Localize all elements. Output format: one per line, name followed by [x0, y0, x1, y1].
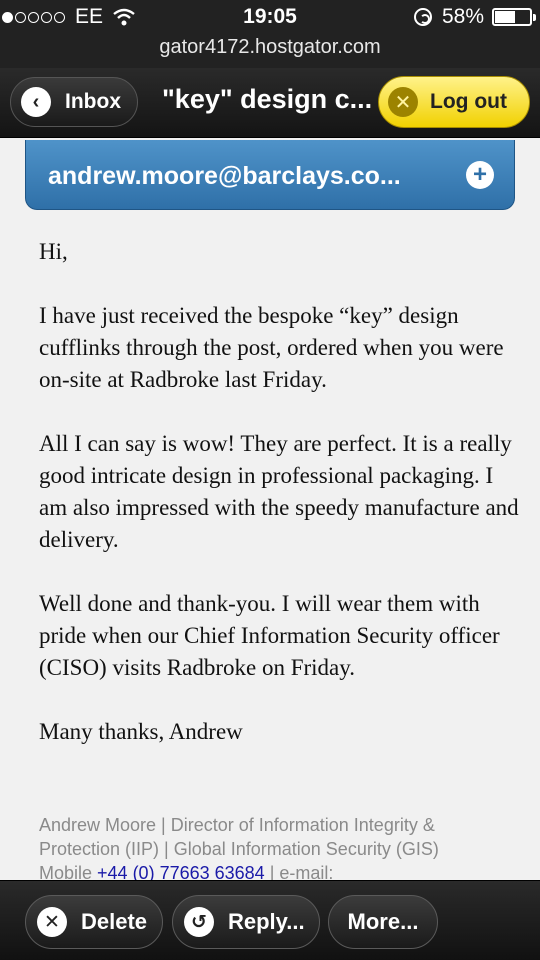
- page-url[interactable]: gator4172.hostgator.com: [0, 36, 540, 59]
- nav-bar: ‹ Inbox "key" design c... ✕ Log out: [0, 68, 540, 138]
- inbox-back-button[interactable]: ‹ Inbox: [10, 77, 138, 127]
- more-button[interactable]: More...: [328, 895, 438, 949]
- close-icon: ✕: [37, 907, 67, 937]
- logout-button-label: Log out: [430, 90, 507, 113]
- plus-icon[interactable]: +: [466, 161, 494, 189]
- more-button-label: More...: [347, 909, 419, 934]
- logout-button[interactable]: ✕ Log out: [378, 76, 530, 128]
- closing: Many thanks, Andrew: [39, 719, 243, 744]
- status-bar: EE 19:05 58% gator4172.hostgator.com: [0, 0, 540, 68]
- delete-button-label: Delete: [81, 909, 148, 934]
- bottom-toolbar: ✕ Delete ↺ Reply... More...: [0, 880, 540, 960]
- message-paragraph: Well done and thank-you. I will wear the…: [39, 591, 500, 680]
- message-paragraph: I have just received the bespoke “key” d…: [39, 303, 504, 392]
- reply-button[interactable]: ↺ Reply...: [172, 895, 320, 949]
- sender-address: andrew.moore@barclays.co...: [48, 162, 401, 190]
- reply-arrow-icon: ↺: [184, 907, 214, 937]
- email-signature: Andrew Moore | Director of Information I…: [39, 813, 509, 885]
- message-body: Hi, I have just received the bespoke “ke…: [39, 236, 519, 780]
- delete-button[interactable]: ✕ Delete: [25, 895, 163, 949]
- rotation-lock-icon: [413, 8, 432, 26]
- page-title: "key" design c...: [162, 84, 373, 114]
- battery-icon: [492, 8, 536, 26]
- chevron-left-icon: ‹: [21, 87, 51, 117]
- sender-bar[interactable]: andrew.moore@barclays.co... +: [25, 140, 515, 210]
- close-icon: ✕: [388, 87, 418, 117]
- message-paragraph: All I can say is wow! They are perfect. …: [39, 431, 519, 552]
- back-button-label: Inbox: [65, 90, 121, 113]
- battery-fill: [495, 11, 515, 23]
- greeting: Hi,: [39, 239, 68, 264]
- signature-title: Andrew Moore | Director of Information I…: [39, 815, 439, 859]
- battery-status: 58%: [413, 5, 536, 29]
- battery-percent: 58%: [441, 5, 484, 28]
- reply-button-label: Reply...: [228, 909, 305, 934]
